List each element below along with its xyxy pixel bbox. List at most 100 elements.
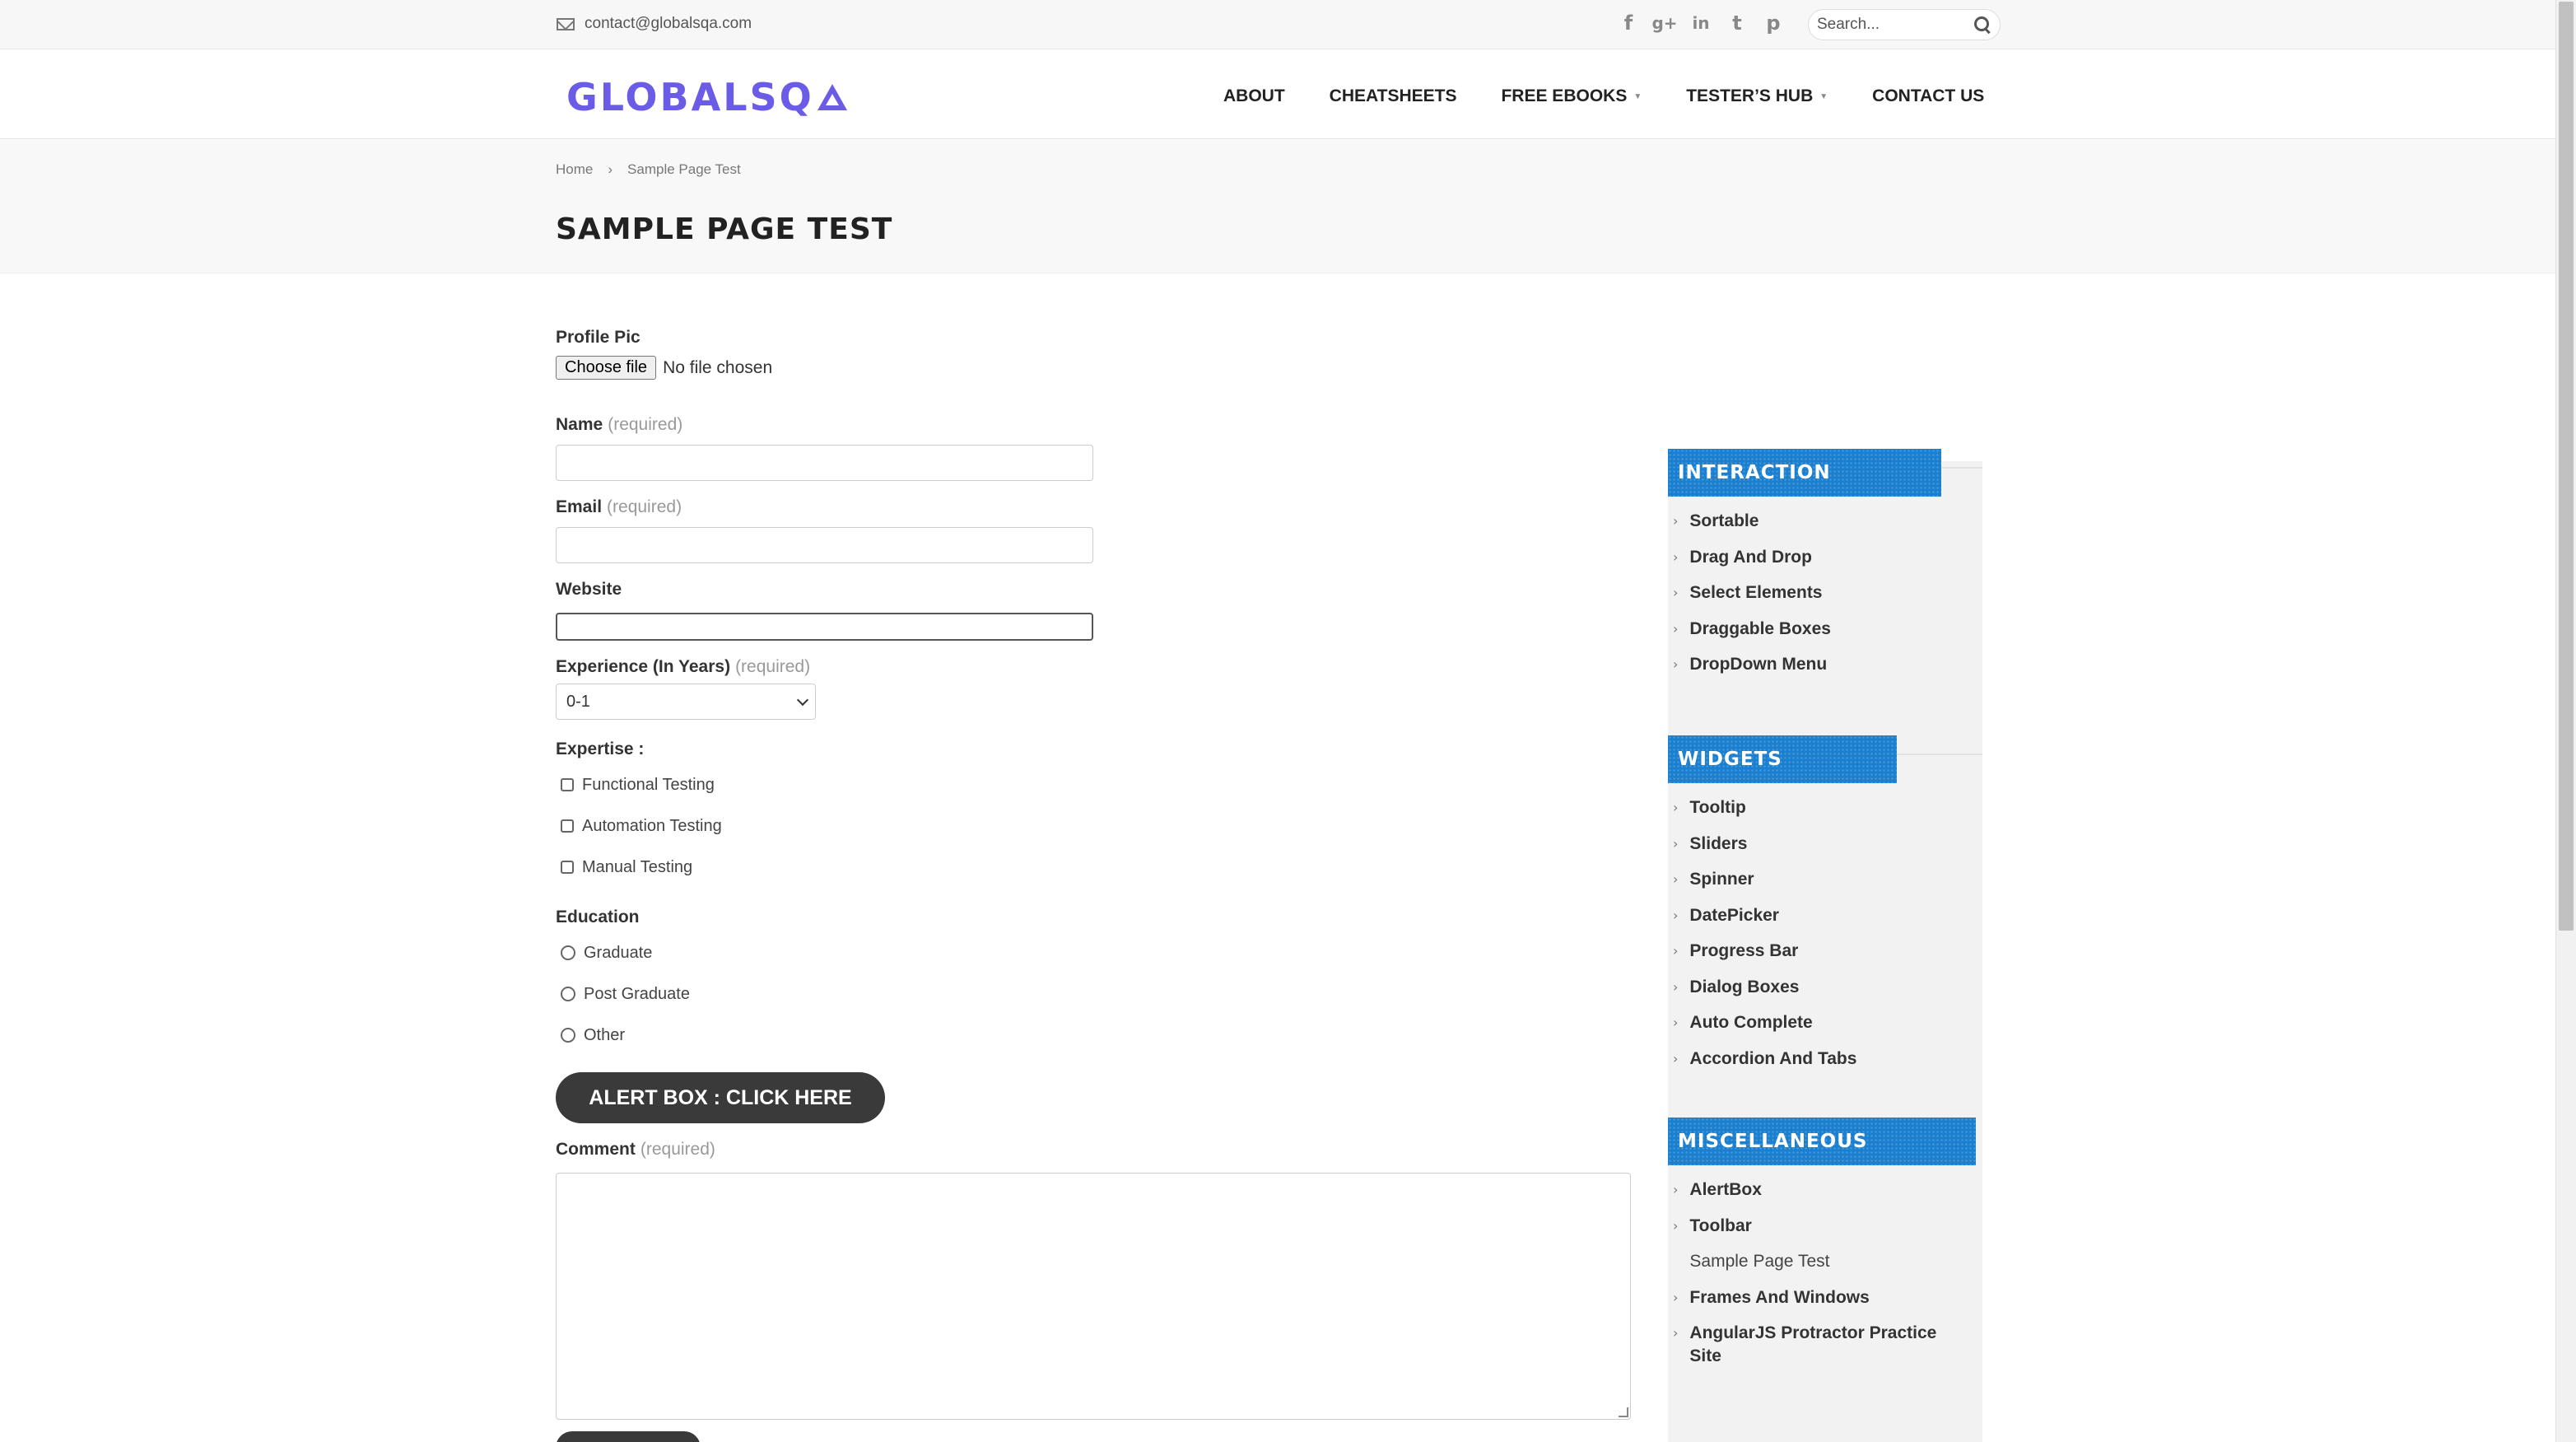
education-option[interactable]: Post Graduate <box>556 973 690 1015</box>
nav-contact-us[interactable]: CONTACT US <box>1872 86 1984 106</box>
facebook-icon[interactable]: f <box>1619 12 1638 35</box>
chevron-right-icon: › <box>1673 1289 1679 1305</box>
required-hint: (required) <box>640 1140 715 1159</box>
expertise-label: Expertise : <box>556 740 645 758</box>
scrollbar-thumb[interactable] <box>2559 2 2574 931</box>
nav-about[interactable]: ABOUT <box>1223 86 1285 106</box>
sidebar-item-label: Accordion And Tabs <box>1689 1048 1857 1068</box>
education-option-label: Post Graduate <box>584 984 690 1003</box>
website-input[interactable] <box>556 613 1093 641</box>
breadcrumb-current: Sample Page Test <box>627 161 741 177</box>
required-hint: (required) <box>735 657 811 676</box>
required-hint: (required) <box>607 497 682 516</box>
experience-select[interactable]: 0-1 <box>556 684 816 720</box>
chevron-right-icon: › <box>1673 656 1679 672</box>
alert-box-button[interactable]: ALERT BOX : CLICK HERE <box>556 1072 885 1123</box>
radio-button[interactable] <box>561 1028 575 1043</box>
sidebar-item-drag-and-drop[interactable]: › Drag And Drop <box>1668 546 1982 582</box>
widget-divider <box>1941 467 1982 469</box>
chevron-right-icon: › <box>1673 835 1679 852</box>
sidebar-item-datepicker[interactable]: › DatePicker <box>1668 904 1982 940</box>
chevron-right-icon: › <box>1673 1182 1679 1197</box>
nav-cheatsheets-label: CHEATSHEETS <box>1329 86 1457 105</box>
comment-textarea[interactable] <box>556 1173 1631 1420</box>
sidebar-item-label: Sliders <box>1689 833 1748 853</box>
expertise-option[interactable]: Automation Testing <box>556 805 722 847</box>
sidebar-item-tooltip[interactable]: › Tooltip <box>1668 796 1982 833</box>
widget-list: › Sortable › Drag And Drop › Select Element… <box>1668 510 1982 689</box>
sidebar-item-accordion-and-tabs[interactable]: › Accordion And Tabs <box>1668 1048 1982 1084</box>
email-field: Email (required) <box>556 497 1093 563</box>
nav-cheatsheets[interactable]: CHEATSHEETS <box>1330 86 1457 106</box>
sidebar-item-dropdown-menu[interactable]: › DropDown Menu <box>1668 653 1982 689</box>
chevron-right-icon: › <box>1673 585 1679 600</box>
expertise-option[interactable]: Manual Testing <box>556 847 722 888</box>
site-header: GLOBALSQ ABOUT CHEATSHEETS FREE EBOOKS ▼ … <box>0 50 2555 139</box>
chevron-right-icon: › <box>1673 1015 1679 1030</box>
twitter-icon[interactable]: t <box>1727 12 1747 35</box>
checkbox[interactable] <box>561 778 574 791</box>
email-input[interactable] <box>556 527 1093 563</box>
page-scrollbar[interactable] <box>2555 0 2576 1442</box>
contact-email-text[interactable]: contact@globalsqa.com <box>585 15 752 33</box>
sidebar-item-angularjs-protractor[interactable]: › AngularJS Protractor Practice Site <box>1668 1322 1982 1379</box>
sidebar-item-spinner[interactable]: › Spinner <box>1668 868 1982 904</box>
comment-label: Comment <box>556 1140 636 1159</box>
sidebar-item-label: DatePicker <box>1689 905 1779 925</box>
sidebar-item-label: Select Elements <box>1689 583 1823 602</box>
page-title: SAMPLE PAGE TEST <box>556 212 893 246</box>
linkedin-icon[interactable]: in <box>1691 12 1711 35</box>
search-box <box>1808 9 2001 40</box>
sidebar-item-sortable[interactable]: › Sortable <box>1668 510 1982 546</box>
sidebar-item-auto-complete[interactable]: › Auto Complete <box>1668 1011 1982 1048</box>
sidebar-item-label: Frames And Windows <box>1689 1287 1870 1307</box>
mail-icon <box>557 17 575 30</box>
logo-text: GLOBALSQ <box>566 75 814 119</box>
sidebar-item-dialog-boxes[interactable]: › Dialog Boxes <box>1668 976 1982 1012</box>
breadcrumb-home[interactable]: Home <box>556 161 593 178</box>
chevron-right-icon: › <box>1673 513 1679 529</box>
google-plus-icon[interactable]: g+ <box>1651 12 1677 35</box>
education-option[interactable]: Graduate <box>556 932 690 973</box>
sidebar-item-label: Progress Bar <box>1689 941 1799 960</box>
sidebar-item-label: Toolbar <box>1689 1216 1752 1235</box>
name-input[interactable] <box>556 445 1093 481</box>
sidebar-item-label: Auto Complete <box>1689 1013 1813 1032</box>
chevron-right-icon: › <box>1673 943 1679 959</box>
education-option-label: Other <box>584 1025 626 1044</box>
sidebar-item-toolbar[interactable]: › Toolbar <box>1668 1215 1982 1251</box>
education-option[interactable]: Other <box>556 1015 690 1056</box>
site-logo[interactable]: GLOBALSQ <box>566 75 847 119</box>
radio-button[interactable] <box>561 945 575 960</box>
submit-button[interactable] <box>556 1431 701 1442</box>
expertise-option-label: Automation Testing <box>582 816 722 835</box>
page-title-band: Home › Sample Page Test SAMPLE PAGE TEST <box>0 140 2555 273</box>
breadcrumb-separator: › <box>608 161 613 177</box>
contact-email[interactable]: contact@globalsqa.com <box>557 15 752 33</box>
widget-interaction: INTERACTION › Sortable › Drag And Drop › Se… <box>1668 449 1982 689</box>
sidebar-item-alertbox[interactable]: › AlertBox <box>1668 1178 1982 1215</box>
checkbox[interactable] <box>561 819 574 833</box>
profile-pic-field: Profile Pic Choose file No file chosen <box>556 328 772 380</box>
checkbox[interactable] <box>561 861 574 874</box>
sidebar-item-sample-page-test[interactable]: ›Sample Page Test <box>1668 1250 1982 1286</box>
sidebar-item-frames-and-windows[interactable]: › Frames And Windows <box>1668 1286 1982 1323</box>
resize-handle-icon[interactable] <box>1619 1407 1628 1417</box>
sidebar-item-draggable-boxes[interactable]: › Draggable Boxes <box>1668 618 1982 654</box>
sidebar-item-sliders[interactable]: › Sliders <box>1668 833 1982 869</box>
expertise-option[interactable]: Functional Testing <box>556 764 722 805</box>
sidebar-item-label: DropDown Menu <box>1689 655 1828 674</box>
pinterest-icon[interactable]: p <box>1763 12 1783 35</box>
education-field: Education Graduate Post Graduate Other <box>556 908 690 1056</box>
nav-testers-hub[interactable]: TESTER’S HUB ▼ <box>1686 86 1828 106</box>
sidebar-item-select-elements[interactable]: › Select Elements <box>1668 581 1982 618</box>
search-input[interactable] <box>1817 16 1965 34</box>
search-icon[interactable] <box>1973 16 1991 34</box>
widget-miscellaneous: MISCELLANEOUS ›AlertBox ›Toolbar ›Sample… <box>1668 1118 1982 1379</box>
sidebar-item-label: Dialog Boxes <box>1689 977 1800 996</box>
profile-pic-label: Profile Pic <box>556 328 641 347</box>
choose-file-button[interactable]: Choose file <box>556 356 657 380</box>
nav-free-ebooks[interactable]: FREE EBOOKS ▼ <box>1501 86 1642 106</box>
radio-button[interactable] <box>561 987 575 1001</box>
sidebar-item-progress-bar[interactable]: › Progress Bar <box>1668 940 1982 976</box>
